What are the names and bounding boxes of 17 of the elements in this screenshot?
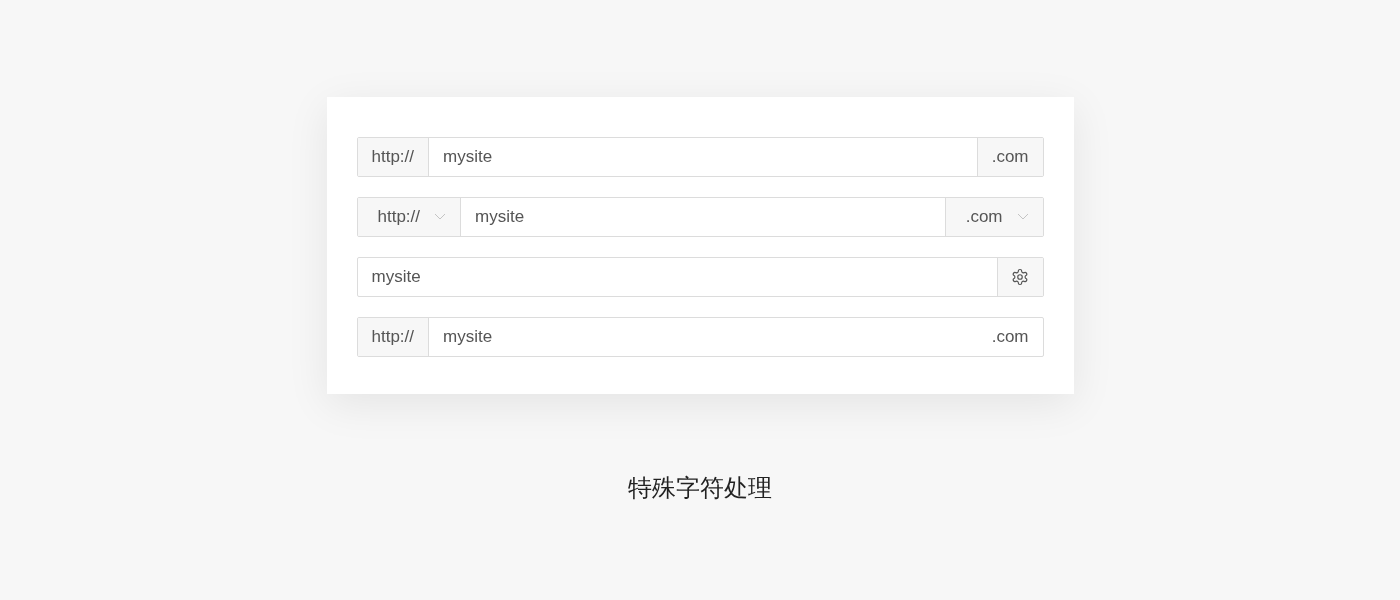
caption: 特殊字符处理 xyxy=(628,473,772,503)
select-dropdown[interactable]: .com xyxy=(944,198,1043,236)
settings-icon xyxy=(1011,268,1029,286)
addon-label: http:// xyxy=(357,138,430,176)
suffix-label: .com xyxy=(991,326,1030,349)
select-dropdown[interactable]: http:// xyxy=(357,198,462,236)
addon-label: .com xyxy=(976,138,1043,176)
input-field[interactable]: mysite xyxy=(429,318,992,356)
settings-button[interactable] xyxy=(996,258,1043,296)
input-group[interactable]: http:// mysite .com xyxy=(356,137,1044,177)
input-field[interactable]: mysite xyxy=(461,198,945,236)
chevron-down-icon xyxy=(434,213,447,221)
chevron-down-icon xyxy=(1016,213,1029,221)
addon-label: http:// xyxy=(357,318,430,356)
input-group[interactable]: http:// mysite .com xyxy=(356,197,1044,237)
input-field[interactable]: mysite xyxy=(429,138,977,176)
input-group[interactable]: http:// mysite .com xyxy=(356,317,1044,357)
